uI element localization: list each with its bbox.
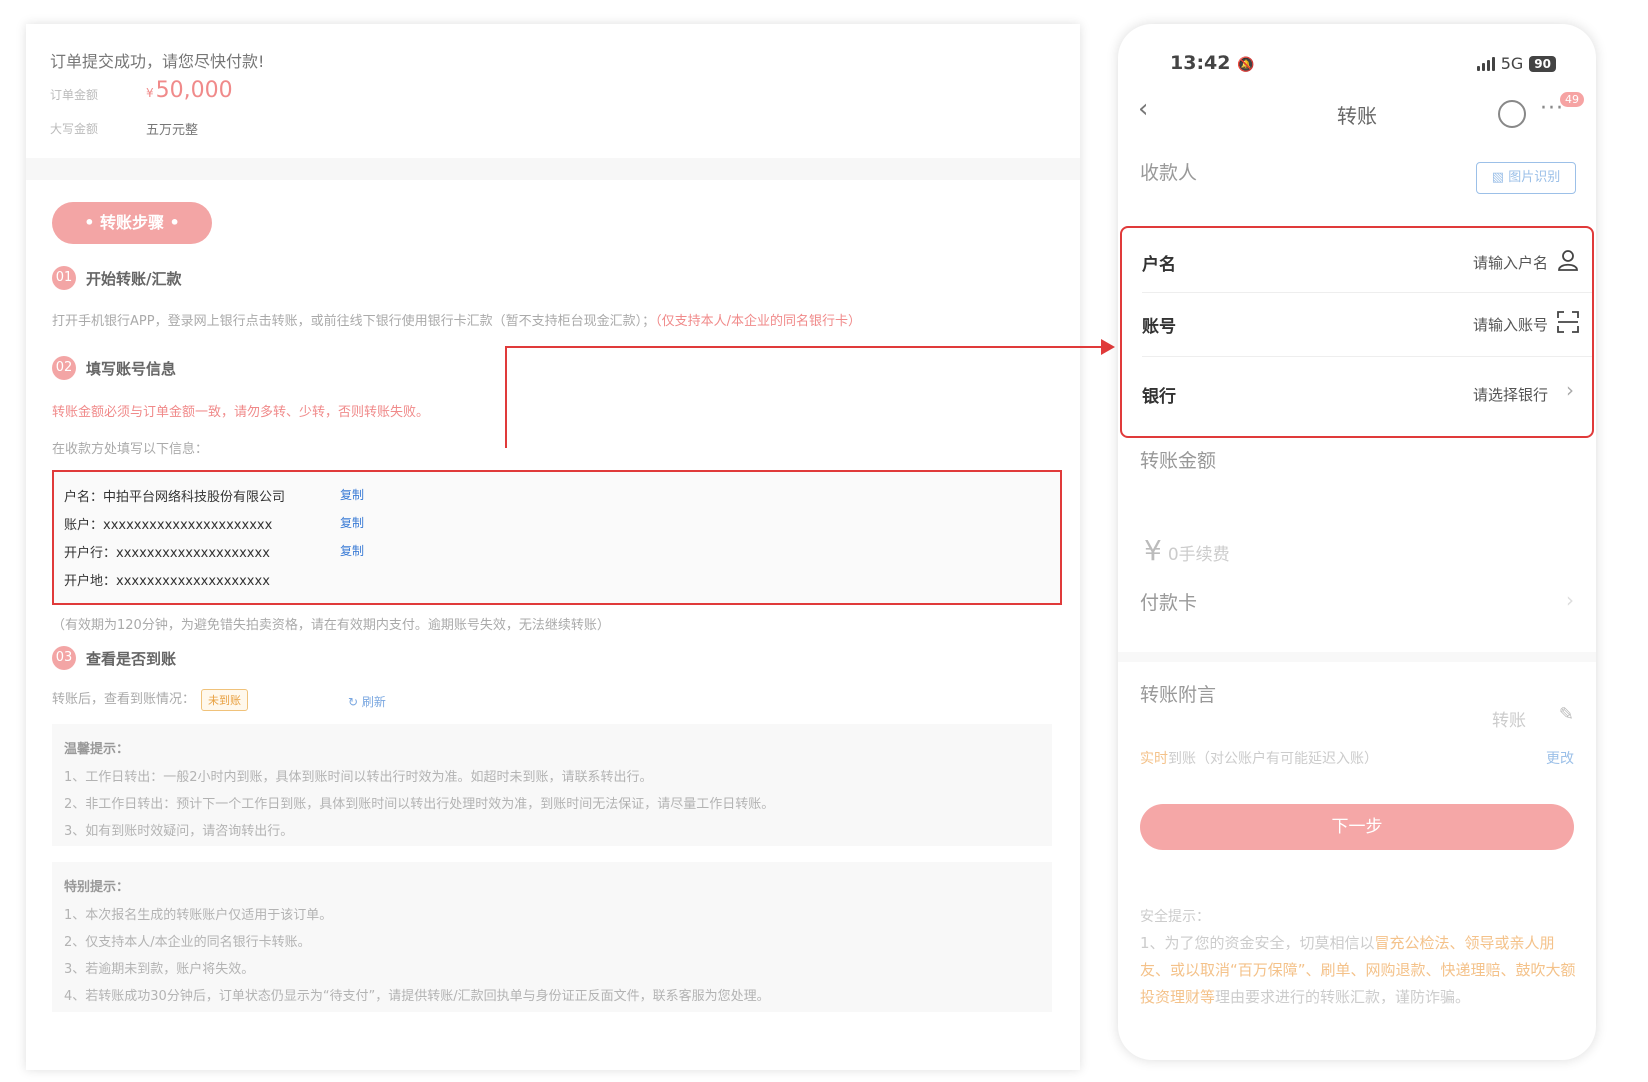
image-icon: ▧ bbox=[1491, 170, 1505, 185]
info-row-location: 开户地：xxxxxxxxxxxxxxxxxxxx bbox=[64, 574, 270, 589]
transfer-amount-label: 转账金额 bbox=[1140, 450, 1217, 472]
account-name-placeholder[interactable]: 请输入户名 bbox=[1473, 252, 1548, 273]
safety-tip-title: 安全提示： bbox=[1140, 909, 1210, 925]
account-info-box: 户名：中拍平台网络科技股份有限公司 复制 账户：xxxxxxxxxxxxxxxx… bbox=[52, 470, 1062, 605]
capital-amount-value: 五万元整 bbox=[146, 123, 199, 138]
phone-transfer-screen: 13:42 🔕 5G 90 ‹ 转账 ··· 49 收款人 ▧ 图片识别 户名 … bbox=[1118, 24, 1596, 1060]
step-2-warning: 转账金额必须与订单金额一致，请勿多转、少转，否则转账失败。 bbox=[52, 405, 430, 420]
next-step-button[interactable]: 下一步 bbox=[1140, 804, 1574, 850]
capital-amount-label: 大写金额 bbox=[50, 122, 99, 136]
special-tip-line: 2、仅支持本人/本企业的同名银行卡转账。 bbox=[64, 935, 311, 950]
order-amount-value: ¥50,000 bbox=[146, 78, 233, 103]
chevron-right-icon: › bbox=[1566, 378, 1574, 402]
payee-fields-box: 户名 请输入户名 账号 请输入账号 银行 请选择银行 › bbox=[1120, 226, 1594, 438]
order-success-message: 订单提交成功，请您尽快付款! bbox=[50, 52, 265, 71]
special-tips-title: 特别提示： bbox=[64, 880, 130, 895]
connector-line-vertical bbox=[505, 346, 507, 448]
arrival-status-badge: 未到账 bbox=[201, 688, 249, 711]
arrival-check-row: 转账后，查看到账情况： 未到账 bbox=[52, 688, 249, 711]
step-2-header: 02 填写账号信息 bbox=[52, 356, 176, 380]
mute-bell-icon: 🔕 bbox=[1237, 57, 1255, 73]
transfer-remark-label: 转账附言 bbox=[1140, 684, 1217, 706]
bank-label: 银行 bbox=[1142, 387, 1176, 407]
connector-line-horizontal bbox=[505, 346, 1103, 348]
step-3-title: 查看是否到账 bbox=[86, 649, 177, 668]
info-row-account: 账户：xxxxxxxxxxxxxxxxxxxxxx bbox=[64, 518, 273, 533]
special-tip-line: 3、若逾期未到款，账户将失效。 bbox=[64, 962, 255, 977]
image-recognition-button[interactable]: ▧ 图片识别 bbox=[1476, 162, 1576, 194]
warm-tip-line: 2、非工作日转出：预计下一个工作日到账，具体到账时间以转出行处理时效为准，到账时… bbox=[64, 797, 775, 812]
bank-placeholder[interactable]: 请选择银行 bbox=[1473, 384, 1548, 405]
step-1-note: （仅支持本人/本企业的同名银行卡） bbox=[655, 314, 861, 329]
notification-badge: 49 bbox=[1560, 92, 1584, 107]
transfer-remark-input[interactable]: 转账 bbox=[1492, 706, 1526, 731]
info-row-name: 户名：中拍平台网络科技股份有限公司 bbox=[64, 490, 286, 505]
validity-note: （有效期为120分钟，为避免错失拍卖资格，请在有效期内支付。逾期账号失效，无法继… bbox=[52, 618, 610, 633]
section-divider bbox=[1118, 652, 1596, 662]
step-2-number: 02 bbox=[52, 356, 76, 380]
copy-name-button[interactable]: 复制 bbox=[340, 486, 364, 503]
pay-card-label[interactable]: 付款卡 bbox=[1140, 588, 1197, 615]
row-divider bbox=[1142, 356, 1592, 357]
safety-tip-text: 1、为了您的资金安全，切莫相信以冒充公检法、领导或亲人朋友、或以取消“百万保障”… bbox=[1140, 934, 1576, 1006]
account-name-field[interactable]: 户名 请输入户名 bbox=[1122, 230, 1592, 292]
account-number-label: 账号 bbox=[1142, 317, 1176, 337]
amount-input[interactable]: ¥ 0手续费 bbox=[1144, 534, 1230, 567]
edit-pencil-icon[interactable]: ✎ bbox=[1559, 704, 1574, 725]
order-amount-row: 订单金额 ¥50,000 bbox=[50, 78, 233, 103]
arrow-head-icon bbox=[1101, 339, 1115, 355]
step-3-header: 03 查看是否到账 bbox=[52, 646, 176, 670]
account-number-placeholder[interactable]: 请输入账号 bbox=[1473, 314, 1548, 335]
warm-tip-line: 1、工作日转出：一般2小时内到账，具体到账时间以转出行时效为准。如超时未到账，请… bbox=[64, 770, 653, 785]
section-divider bbox=[26, 158, 1080, 180]
arrival-time-text: 实时到账（对公账户有可能延迟入账） bbox=[1140, 751, 1378, 767]
status-time: 13:42 🔕 bbox=[1170, 52, 1255, 74]
yen-symbol: ¥ bbox=[1144, 534, 1162, 567]
refresh-icon: ↻ bbox=[348, 695, 359, 709]
payee-section-label: 收款人 bbox=[1140, 162, 1198, 184]
battery-indicator: 90 bbox=[1529, 55, 1556, 72]
warm-tips-title: 温馨提示： bbox=[64, 742, 130, 757]
step-2-instruction: 在收款方处填写以下信息： bbox=[52, 442, 209, 457]
signal-icon bbox=[1476, 56, 1495, 71]
change-link[interactable]: 更改 bbox=[1546, 748, 1574, 768]
step-3-number: 03 bbox=[52, 646, 76, 670]
copy-account-button[interactable]: 复制 bbox=[340, 514, 364, 531]
special-tip-line: 1、本次报名生成的转账账户仅适用于该订单。 bbox=[64, 908, 333, 923]
transfer-steps-pill: • 转账步骤 • bbox=[52, 202, 212, 244]
order-payment-panel: 订单提交成功，请您尽快付款! 订单金额 ¥50,000 大写金额 五万元整 • … bbox=[26, 24, 1080, 1070]
refresh-button[interactable]: ↻ 刷新 bbox=[348, 693, 386, 710]
step-1-title: 开始转账/汇款 bbox=[86, 269, 182, 288]
warm-tips-box: 温馨提示： 1、工作日转出：一般2小时内到账，具体到账时间以转出行时效为准。如超… bbox=[52, 724, 1052, 846]
step-1-number: 01 bbox=[52, 266, 76, 290]
contact-person-icon[interactable] bbox=[1556, 248, 1580, 272]
status-indicators: 5G 90 bbox=[1476, 54, 1556, 73]
account-name-label: 户名 bbox=[1142, 255, 1176, 275]
fee-placeholder: 0手续费 bbox=[1167, 545, 1230, 565]
step-1-header: 01 开始转账/汇款 bbox=[52, 266, 181, 290]
bank-select-field[interactable]: 银行 请选择银行 › bbox=[1122, 362, 1592, 424]
pay-card-chevron-icon[interactable]: › bbox=[1566, 588, 1574, 612]
scan-icon[interactable] bbox=[1556, 310, 1580, 334]
special-tips-box: 特别提示： 1、本次报名生成的转账账户仅适用于该订单。 2、仅支持本人/本企业的… bbox=[52, 862, 1052, 1012]
order-amount-label: 订单金额 bbox=[50, 88, 99, 102]
step-2-title: 填写账号信息 bbox=[86, 359, 177, 378]
network-type: 5G bbox=[1500, 54, 1524, 73]
info-row-bank: 开户行：xxxxxxxxxxxxxxxxxxxx bbox=[64, 546, 270, 561]
copy-bank-button[interactable]: 复制 bbox=[340, 542, 364, 559]
account-number-field[interactable]: 账号 请输入账号 bbox=[1122, 292, 1592, 354]
special-tip-line: 4、若转账成功30分钟后，订单状态仍显示为“待支付”，请提供转账/汇款回执单与身… bbox=[64, 989, 770, 1004]
step-1-text: 打开手机银行APP，登录网上银行点击转账，或前往线下银行使用银行卡汇款（暂不支持… bbox=[52, 314, 861, 329]
customer-service-icon[interactable] bbox=[1498, 100, 1526, 128]
capital-amount-row: 大写金额 五万元整 bbox=[50, 120, 198, 138]
warm-tip-line: 3、如有到账时效疑问，请咨询转出行。 bbox=[64, 824, 294, 839]
